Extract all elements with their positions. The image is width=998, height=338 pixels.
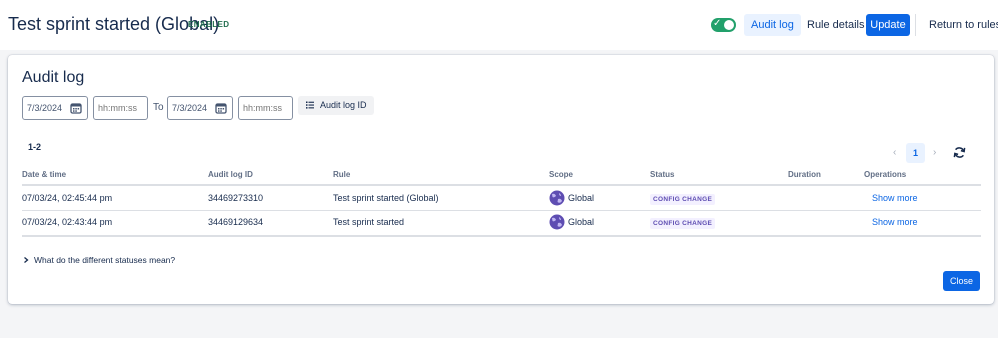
from-date-value: 7/3/2024	[27, 103, 63, 113]
table-row: 07/03/24, 02:43:44 pm 34469129634 Test s…	[22, 211, 981, 235]
rule-enabled-toggle[interactable]: ✓	[711, 18, 736, 32]
refresh-icon[interactable]	[953, 146, 966, 159]
from-time-field[interactable]	[93, 96, 148, 120]
cell-datetime: 07/03/24, 02:45:44 pm	[22, 193, 113, 203]
to-time-field[interactable]	[238, 96, 293, 120]
from-date-picker[interactable]: 7/3/2024	[22, 96, 88, 120]
to-time-input[interactable]	[243, 97, 292, 119]
audit-log-id-button[interactable]: Audit log ID	[298, 96, 374, 115]
cell-scope: Global	[568, 193, 595, 203]
status-lozenge: CONFIG CHANGE	[650, 194, 716, 205]
from-time-input[interactable]	[98, 97, 147, 119]
table-header-divider	[22, 184, 981, 186]
update-button[interactable]: Update	[866, 14, 910, 36]
column-header-datetime[interactable]: Date & time	[22, 170, 66, 179]
column-header-status[interactable]: Status	[650, 170, 674, 179]
chevron-right-icon[interactable]: ›	[933, 147, 936, 158]
status-help-label: What do the different statuses mean?	[34, 255, 176, 265]
cell-rule: Test sprint started	[333, 217, 405, 227]
table-bottom-divider	[22, 235, 981, 237]
chevron-right-icon	[24, 257, 29, 263]
cell-audit-id: 34469273310	[208, 193, 264, 203]
cell-scope: Global	[568, 217, 595, 227]
chevron-left-icon[interactable]: ‹	[893, 147, 896, 158]
globe-icon	[549, 190, 565, 206]
audit-log-id-label: Audit log ID	[320, 100, 367, 110]
column-header-duration[interactable]: Duration	[788, 170, 821, 179]
table-row: 07/03/24, 02:45:44 pm 34469273310 Test s…	[22, 187, 981, 211]
cell-datetime: 07/03/24, 02:43:44 pm	[22, 217, 113, 227]
divider	[915, 14, 916, 36]
modal-title: Audit log	[22, 69, 85, 86]
status-badge: ENABLED	[188, 20, 230, 29]
top-bar: Test sprint started (Global) ENABLED ✓ A…	[0, 0, 998, 50]
result-count: 1-2	[28, 142, 42, 152]
globe-icon	[549, 214, 565, 230]
return-to-rules-button[interactable]: Return to rules	[922, 14, 998, 36]
to-date-picker[interactable]: 7/3/2024	[167, 96, 233, 120]
calendar-icon[interactable]	[70, 102, 82, 114]
column-header-rule[interactable]: Rule	[333, 170, 350, 179]
close-button[interactable]: Close	[943, 271, 980, 291]
audit-log-modal: Audit log 7/3/2024 To 7/3/2024 Audit log	[8, 55, 994, 304]
page-button-current[interactable]: 1	[906, 143, 925, 163]
status-lozenge: CONFIG CHANGE	[650, 218, 716, 229]
cell-audit-id: 34469129634	[208, 217, 264, 227]
column-header-operations: Operations	[864, 170, 907, 179]
column-header-audit-id[interactable]: Audit log ID	[208, 170, 253, 179]
column-header-scope[interactable]: Scope	[549, 170, 573, 179]
to-label: To	[153, 102, 164, 113]
cell-rule: Test sprint started (Global)	[333, 193, 439, 203]
rule-details-button[interactable]: Rule details	[800, 14, 871, 36]
check-icon: ✓	[713, 18, 722, 29]
toggle-knob	[724, 20, 734, 30]
show-more-link[interactable]: Show more	[872, 217, 918, 227]
audit-log-button[interactable]: Audit log	[744, 14, 801, 36]
list-icon	[306, 101, 314, 109]
calendar-icon[interactable]	[215, 102, 227, 114]
to-date-value: 7/3/2024	[172, 103, 208, 113]
show-more-link[interactable]: Show more	[872, 193, 918, 203]
